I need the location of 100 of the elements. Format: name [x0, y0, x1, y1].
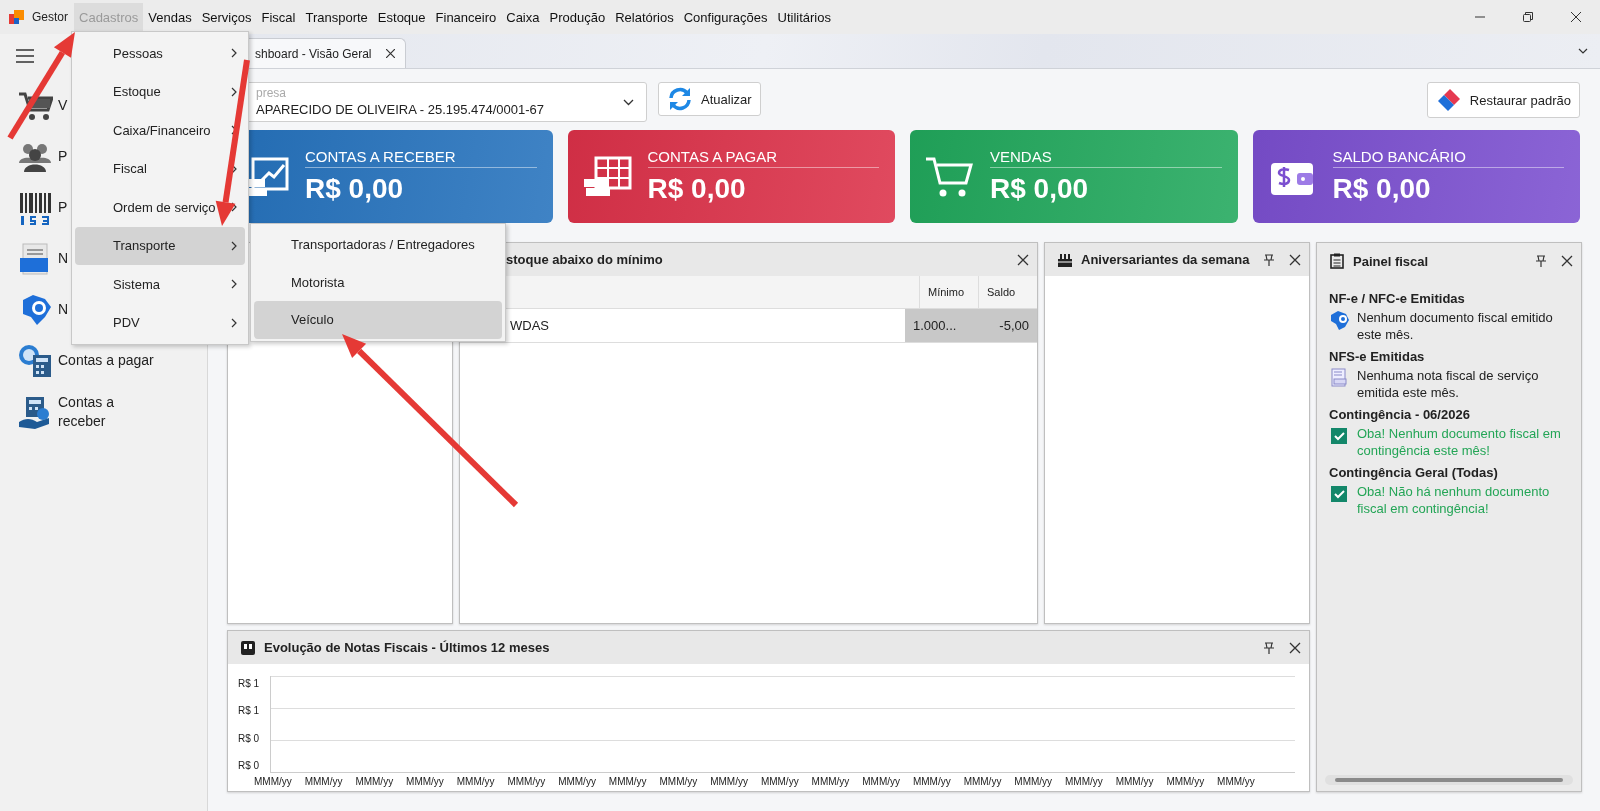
section-heading: NFS-e Emitidas [1329, 349, 1426, 364]
axis-label: R$ 1 [238, 678, 261, 689]
section-heading: Contingência Geral (Todas) [1329, 465, 1499, 480]
section-heading: Contingência - 06/2026 [1329, 407, 1471, 422]
refresh-icon [667, 86, 693, 112]
table-cell: -5,00 [971, 309, 1037, 342]
card-title: CONTAS A PAGAR [647, 148, 879, 168]
restore-defaults-button[interactable]: Restaurar padrão [1426, 82, 1580, 118]
card-value: R$ 0,00 [1332, 173, 1432, 205]
axis-label: MMM/yy [862, 776, 901, 787]
menu-item[interactable]: Veículo [254, 301, 502, 339]
axis-label: R$ 1 [238, 705, 261, 717]
menu-item[interactable]: Relatórios [610, 2, 679, 32]
checkbox-icon [1329, 426, 1349, 446]
menu-item[interactable]: Caixa [501, 2, 545, 32]
menu-item[interactable]: Fiscal [256, 2, 301, 32]
section-heading: NF-e / NFC-e Emitidas [1329, 291, 1466, 306]
restore-icon[interactable] [1522, 11, 1534, 23]
status-message: Oba! Nenhum documento fiscal em contingência este mês! [1357, 425, 1562, 459]
column-header: Mínimo [919, 276, 978, 308]
menu-item[interactable]: Estoque [372, 2, 431, 32]
chevron-down-icon[interactable] [1578, 48, 1588, 54]
menu-item[interactable]: Motorista [254, 263, 502, 301]
axis-label: MMM/yy [406, 776, 444, 787]
axis-label: MMM/yy [355, 776, 394, 787]
menu-item[interactable]: Transporte [75, 226, 245, 265]
axis-label: MMM/yy [1166, 776, 1205, 787]
pin-icon[interactable] [1263, 253, 1276, 266]
axis-label: MMM/yy [963, 776, 1002, 787]
panel-title: stoque abaixo do mínimo [506, 252, 664, 267]
panel-title: Evolução de Notas Fiscais - Últimos 12 meses [264, 640, 551, 655]
close-icon[interactable] [1561, 255, 1573, 267]
pin-icon[interactable] [1535, 255, 1547, 267]
menu-item[interactable]: Transporte [300, 2, 373, 32]
card-value: R$ 0,00 [990, 173, 1090, 205]
axis-label: R$ 0 [238, 760, 261, 771]
table-cell-text: WDAS [509, 317, 550, 335]
axis-label: MMM/yy [710, 776, 748, 787]
column-header: Saldo [978, 276, 1037, 308]
menu-item[interactable]: Serviços [196, 2, 257, 32]
scrollbar[interactable] [1325, 775, 1573, 785]
refresh-button[interactable]: Atualizar [658, 82, 761, 116]
caret-icon [623, 99, 634, 106]
status-message: Oba! Não há nenhum documento fiscal em contingência! [1357, 483, 1551, 517]
close-icon[interactable] [1289, 641, 1301, 654]
chevron-right-icon [231, 240, 237, 251]
axis-label: MMM/yy [1065, 776, 1103, 787]
panel-title: Painel fiscal [1353, 253, 1430, 269]
card-value: R$ 0,00 [647, 173, 747, 205]
chevron-right-icon [231, 125, 237, 136]
axis-label: MMM/yy [659, 776, 698, 787]
chevron-right-icon [231, 279, 237, 290]
axis-label: MMM/yy [1014, 776, 1053, 787]
menu-item[interactable]: Produção [544, 2, 611, 32]
axis-label: MMM/yy [608, 776, 647, 787]
menu-item[interactable]: Sistema [75, 265, 245, 304]
cake-icon [1057, 251, 1073, 268]
table-cell: 1.000... [905, 309, 971, 342]
axis-label: MMM/yy [304, 776, 343, 787]
calculator-icon [17, 342, 53, 379]
axis-label: MMM/yy [1115, 776, 1154, 787]
menu-item[interactable]: Utilitários [772, 2, 836, 32]
checkbox-icon [1329, 484, 1349, 504]
close-icon[interactable] [385, 49, 395, 58]
menu-item[interactable]: Transportadoras / Entregadores [254, 226, 502, 264]
axis-label: MMM/yy [1217, 776, 1255, 787]
document-icon [1329, 368, 1349, 388]
app-name: Gestor [32, 10, 68, 24]
card-title: CONTAS A RECEBER [305, 148, 537, 168]
card-value: R$ 0,00 [305, 173, 405, 205]
card-title: SALDO BANCÁRIO [1332, 148, 1564, 168]
card-title: VENDAS [990, 148, 1222, 168]
pin-icon[interactable] [1263, 641, 1275, 654]
axis-label: MMM/yy [760, 776, 799, 787]
status-message: Nenhuma nota fiscal de serviço emitida este mês. [1357, 367, 1540, 401]
menu-item[interactable]: Vendas [143, 2, 197, 32]
chevron-right-icon [231, 48, 237, 59]
axis-label: MMM/yy [912, 776, 951, 787]
axis-label: MMM/yy [254, 776, 292, 787]
menu-item[interactable]: Fiscal [75, 149, 245, 188]
axis-label: MMM/yy [558, 776, 596, 787]
close-icon[interactable] [1017, 253, 1029, 266]
menu-item[interactable]: Configurações [678, 2, 773, 32]
close-icon[interactable] [1289, 253, 1302, 266]
menu-item[interactable]: Financeiro [430, 2, 502, 32]
chevron-right-icon [231, 317, 237, 328]
sidebar-item[interactable]: Contas a pagar [58, 351, 158, 370]
chevron-right-icon [231, 86, 237, 97]
menu-item[interactable]: PDV [75, 303, 245, 342]
axis-label: MMM/yy [507, 776, 546, 787]
app-logo-icon [8, 8, 26, 26]
status-message: Nenhum documento fiscal emitido este mês. [1357, 309, 1554, 343]
panel-title: Aniversariantes da semana [1081, 252, 1250, 267]
axis-label: MMM/yy [811, 776, 850, 787]
sidebar-item[interactable]: Contas a receber [58, 392, 158, 431]
close-icon[interactable] [1570, 11, 1582, 23]
menu-icon[interactable] [16, 49, 34, 63]
axis-label: MMM/yy [456, 776, 495, 787]
clipboard-icon [1329, 253, 1345, 269]
axis-label: R$ 0 [238, 732, 261, 744]
